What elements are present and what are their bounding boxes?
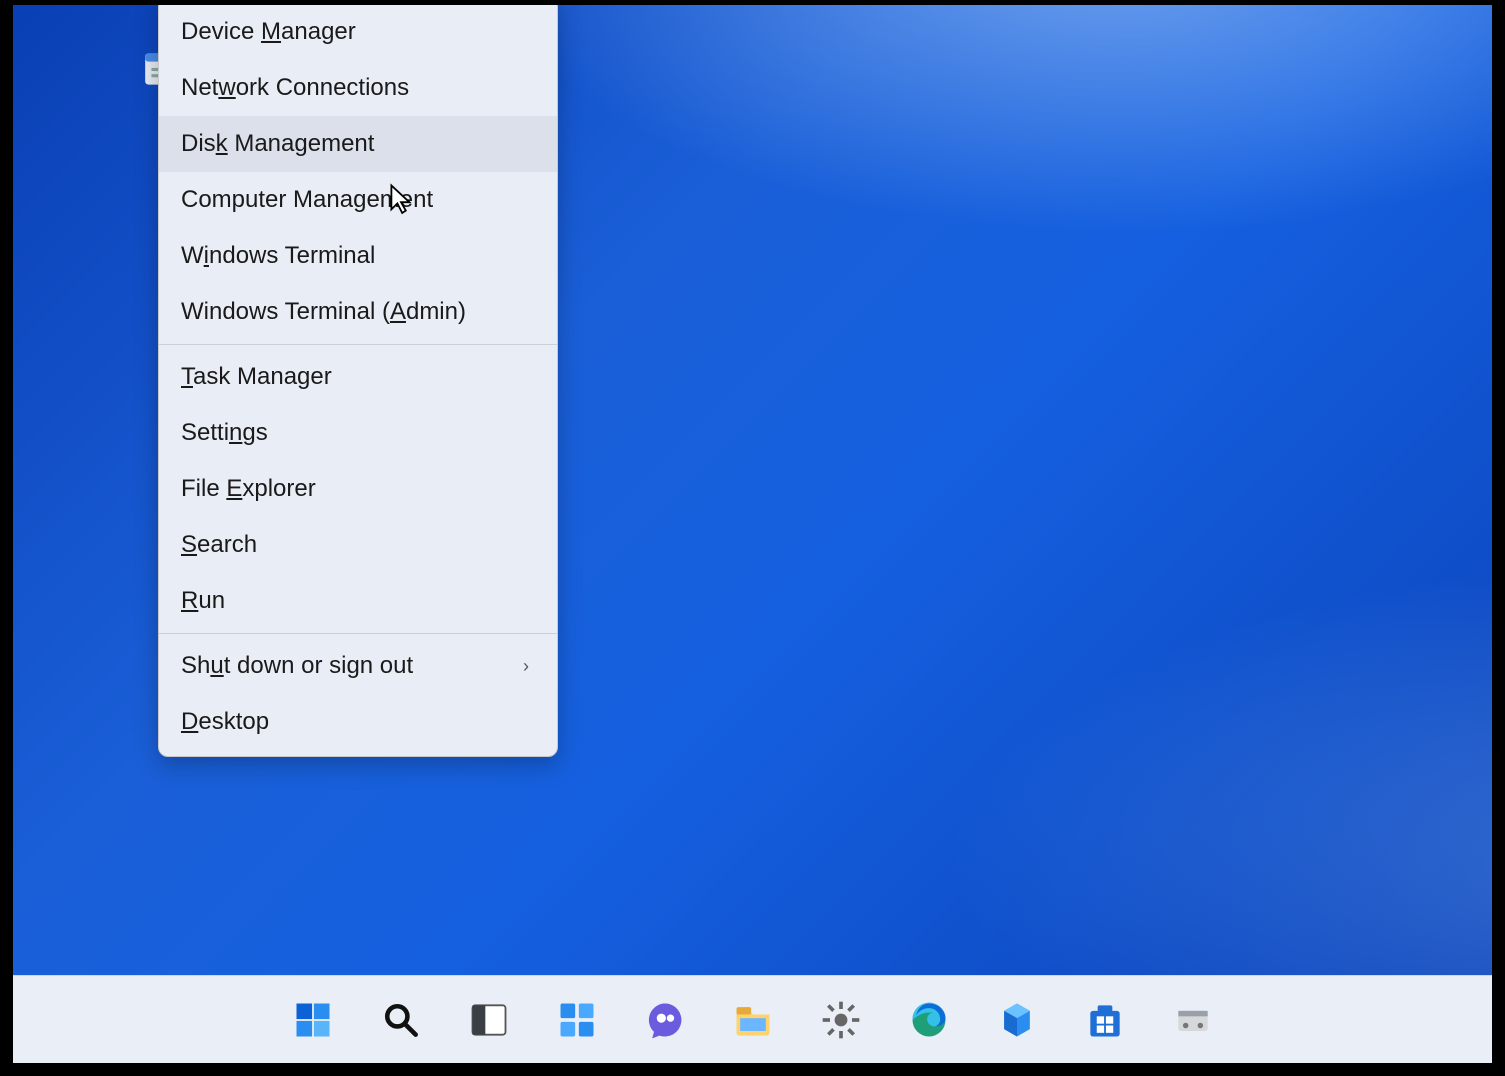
menu-separator (159, 633, 557, 634)
taskbar-widgets-icon[interactable] (551, 994, 603, 1046)
menu-item-device-manager[interactable]: Device Manager (159, 4, 557, 60)
menu-item-label: Windows Terminal (Admin) (181, 298, 466, 326)
menu-item-label: File Explorer (181, 475, 316, 503)
taskbar-file-explorer-icon[interactable] (727, 994, 779, 1046)
taskbar-search-icon[interactable] (375, 994, 427, 1046)
menu-item-windows-terminal[interactable]: Windows Terminal (159, 228, 557, 284)
taskbar-settings-icon[interactable] (815, 994, 867, 1046)
menu-separator (159, 344, 557, 345)
menu-item-label: Desktop (181, 708, 269, 736)
menu-item-label: Settings (181, 419, 268, 447)
taskbar-app-misc-icon[interactable] (1167, 994, 1219, 1046)
menu-item-label: Search (181, 531, 257, 559)
taskbar-app-blue-icon[interactable] (991, 994, 1043, 1046)
menu-item-label: Device Manager (181, 18, 356, 46)
power-user-menu: Device Manager Network Connections Disk Ma… (158, 2, 558, 757)
chevron-right-icon: › (523, 656, 535, 677)
menu-item-label: Network Connections (181, 74, 409, 102)
taskbar (13, 975, 1492, 1063)
menu-item-disk-management[interactable]: Disk Management (159, 116, 557, 172)
menu-item-label: Disk Management (181, 130, 374, 158)
taskbar-microsoft-store-icon[interactable] (1079, 994, 1131, 1046)
menu-item-desktop[interactable]: Desktop (159, 694, 557, 750)
menu-item-shutdown[interactable]: Shut down or sign out › (159, 638, 557, 694)
menu-item-label: Shut down or sign out (181, 652, 413, 680)
menu-item-run[interactable]: Run (159, 573, 557, 629)
menu-item-search[interactable]: Search (159, 517, 557, 573)
taskbar-edge-icon[interactable] (903, 994, 955, 1046)
menu-item-label: Computer Management (181, 186, 433, 214)
screenshot-frame: Device Manager Network Connections Disk Ma… (10, 2, 1495, 1066)
taskbar-task-view-icon[interactable] (463, 994, 515, 1046)
menu-item-label: Run (181, 587, 225, 615)
menu-item-label: Task Manager (181, 363, 332, 391)
menu-item-windows-terminal-admin[interactable]: Windows Terminal (Admin) (159, 284, 557, 340)
menu-item-task-manager[interactable]: Task Manager (159, 349, 557, 405)
menu-item-computer-management[interactable]: Computer Management (159, 172, 557, 228)
menu-item-label: Windows Terminal (181, 242, 375, 270)
taskbar-chat-icon[interactable] (639, 994, 691, 1046)
menu-item-network-connections[interactable]: Network Connections (159, 60, 557, 116)
menu-item-settings[interactable]: Settings (159, 405, 557, 461)
taskbar-start-icon[interactable] (287, 994, 339, 1046)
menu-item-file-explorer[interactable]: File Explorer (159, 461, 557, 517)
